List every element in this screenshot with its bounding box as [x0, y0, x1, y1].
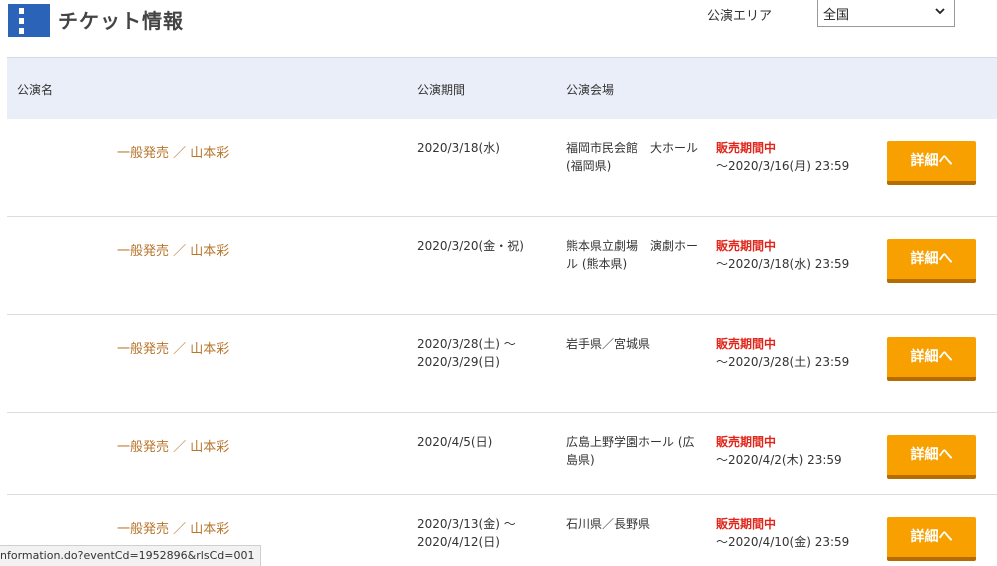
sale-period: ～2020/3/18(水) 23:59 — [716, 257, 850, 271]
area-select-value: 全国 — [823, 8, 850, 23]
performance-date: 2020/3/28(土) ～ 2020/3/29(日) — [417, 337, 516, 369]
table-row: 一般発売 ／ 山本彩 2020/3/20(金・祝) 熊本県立劇場 演劇ホール (… — [7, 217, 997, 315]
sale-info: 販売期間中 ～2020/3/28(土) 23:59 — [716, 335, 876, 371]
performance-venue: 熊本県立劇場 演劇ホール (熊本県) — [566, 239, 699, 271]
page-title: チケット情報 — [58, 9, 184, 33]
performance-venue: 石川県／長野県 — [566, 517, 651, 531]
column-header-date: 公演期間 — [417, 83, 466, 97]
ticket-icon — [8, 4, 50, 37]
chevron-down-icon — [935, 8, 945, 15]
sale-info: 販売期間中 ～2020/3/16(月) 23:59 — [716, 139, 876, 175]
table-row: 一般発売 ／ 山本彩 2020/3/28(土) ～ 2020/3/29(日) 岩… — [7, 315, 997, 413]
column-header-venue: 公演会場 — [566, 83, 615, 97]
sale-info: 販売期間中 ～2020/4/10(金) 23:59 — [716, 515, 876, 551]
performance-date: 2020/3/20(金・祝) — [417, 239, 524, 253]
area-select[interactable]: 全国 — [817, 0, 955, 27]
table-row: 一般発売 ／ 山本彩 2020/4/5(日) 広島上野学園ホール (広島県) 販… — [7, 413, 997, 495]
sale-status: 販売期間中 — [716, 435, 777, 449]
performance-date: 2020/3/13(金) ～ 2020/4/12(日) — [417, 517, 516, 549]
detail-button[interactable]: 詳細へ — [887, 337, 976, 381]
performance-venue: 広島上野学園ホール (広島県) — [566, 435, 695, 467]
performance-date: 2020/4/5(日) — [417, 435, 493, 449]
performance-name-link[interactable]: 一般発売 ／ 山本彩 — [117, 142, 229, 161]
detail-button[interactable]: 詳細へ — [887, 239, 976, 283]
sale-status: 販売期間中 — [716, 517, 777, 531]
sale-period: ～2020/4/2(木) 23:59 — [716, 453, 842, 467]
performance-venue: 福岡市民会館 大ホール (福岡県) — [566, 141, 699, 173]
sale-period: ～2020/3/16(月) 23:59 — [716, 159, 850, 173]
sale-status: 販売期間中 — [716, 337, 777, 351]
sale-status: 販売期間中 — [716, 239, 777, 253]
sale-period: ～2020/4/10(金) 23:59 — [716, 535, 850, 549]
performance-name-link[interactable]: 一般発売 ／ 山本彩 — [117, 518, 229, 537]
performance-name-link[interactable]: 一般発売 ／ 山本彩 — [117, 240, 229, 259]
area-label: 公演エリア — [707, 9, 773, 24]
performance-date: 2020/3/18(水) — [417, 141, 500, 155]
sale-period: ～2020/3/28(土) 23:59 — [716, 355, 850, 369]
detail-button[interactable]: 詳細へ — [887, 517, 976, 561]
sale-info: 販売期間中 ～2020/3/18(水) 23:59 — [716, 237, 876, 273]
detail-button[interactable]: 詳細へ — [887, 141, 976, 185]
performance-venue: 岩手県／宮城県 — [566, 337, 651, 351]
sale-status: 販売期間中 — [716, 141, 777, 155]
sale-info: 販売期間中 ～2020/4/2(木) 23:59 — [716, 433, 876, 469]
table-row: 一般発売 ／ 山本彩 2020/3/18(水) 福岡市民会館 大ホール (福岡県… — [7, 119, 997, 217]
column-header-name: 公演名 — [17, 83, 54, 97]
performance-name-link[interactable]: 一般発売 ／ 山本彩 — [117, 436, 229, 455]
performance-name-link[interactable]: 一般発売 ／ 山本彩 — [117, 338, 229, 357]
detail-button[interactable]: 詳細へ — [887, 435, 976, 479]
table-header: 公演名 公演期間 公演会場 — [7, 57, 997, 119]
status-bar-url: nformation.do?eventCd=1952896&rlsCd=001 — [0, 545, 262, 566]
